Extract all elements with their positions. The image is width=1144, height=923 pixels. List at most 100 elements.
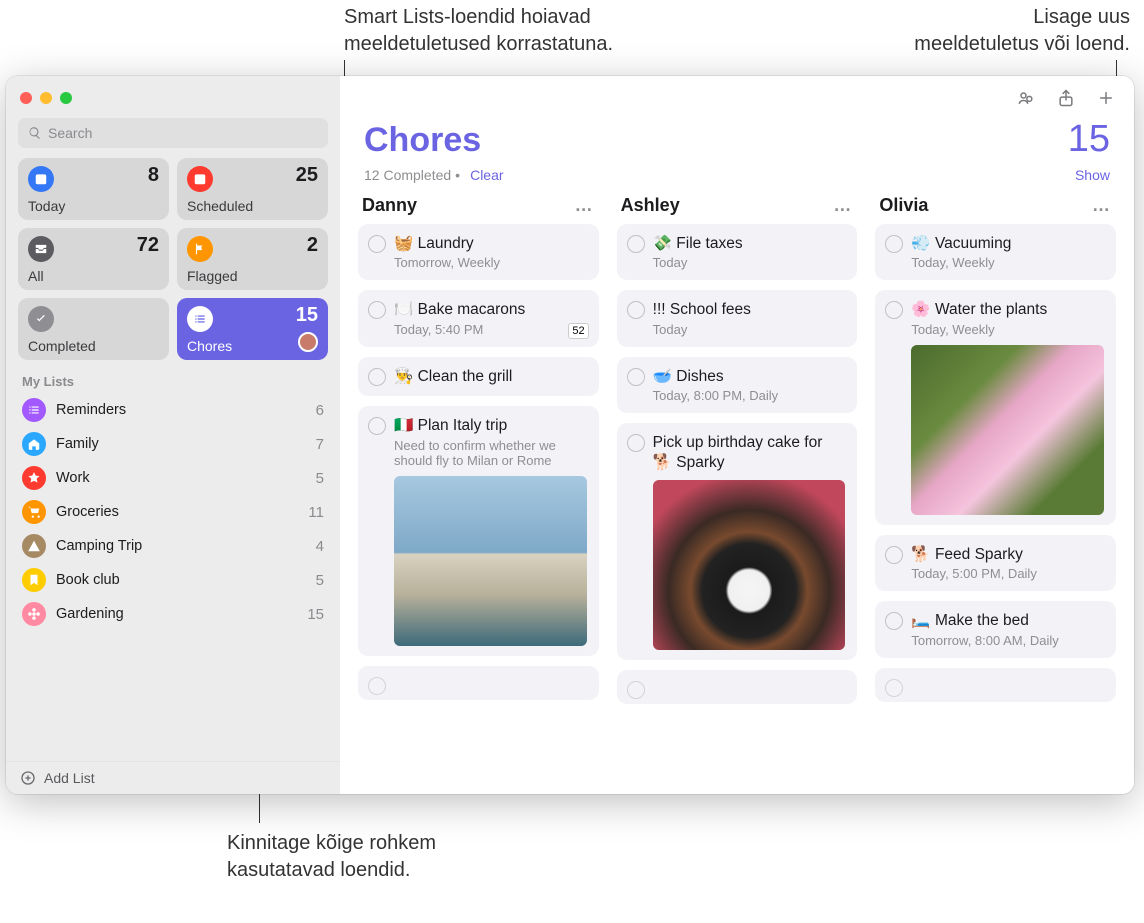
search-icon <box>28 126 42 140</box>
show-button[interactable]: Show <box>1075 167 1110 183</box>
close-window-button[interactable] <box>20 92 32 104</box>
new-reminder-placeholder[interactable] <box>875 668 1116 702</box>
reminder-card[interactable]: 🌸 Water the plantsToday, Weekly <box>875 290 1116 524</box>
reminder-card[interactable]: 👨‍🍳 Clean the grill <box>358 357 599 396</box>
reminder-title: 👨‍🍳 Clean the grill <box>394 367 587 386</box>
calendar-icon <box>187 166 213 192</box>
smart-label: Flagged <box>187 268 318 284</box>
column-options-button[interactable]: … <box>575 195 595 216</box>
reminder-card[interactable]: Pick up birthday cake for 🐕 Sparky <box>617 423 858 660</box>
complete-checkbox[interactable] <box>627 434 645 452</box>
reminder-title: 🐕 Feed Sparky <box>911 545 1104 564</box>
reminder-card[interactable]: 🛏️ Make the bedTomorrow, 8:00 AM, Daily <box>875 601 1116 657</box>
smart-lists-grid: 8 Today 25 Scheduled 72 All 2 Flagged Co… <box>6 158 340 360</box>
reminder-card[interactable]: !!! School feesToday <box>617 290 858 346</box>
complete-checkbox[interactable] <box>885 612 903 630</box>
sidebar-list-item[interactable]: Camping Trip 4 <box>6 529 340 563</box>
sidebar-list-item[interactable]: Family 7 <box>6 427 340 461</box>
sidebar-list-item[interactable]: Reminders 6 <box>6 393 340 427</box>
column-options-button[interactable]: … <box>833 195 853 216</box>
new-reminder-placeholder[interactable] <box>358 666 599 700</box>
search-input[interactable]: Search <box>18 118 328 148</box>
sidebar-list-item[interactable]: Groceries 11 <box>6 495 340 529</box>
reminder-meta: Today <box>653 255 846 270</box>
add-button[interactable] <box>1096 88 1116 108</box>
reminder-card[interactable]: 🍽️ Bake macaronsToday, 5:40 PM52 <box>358 290 599 346</box>
smart-label: Today <box>28 198 159 214</box>
complete-checkbox[interactable] <box>368 368 386 386</box>
reminder-card[interactable]: 🇮🇹 Plan Italy tripNeed to confirm whethe… <box>358 406 599 655</box>
column-header: Olivia … <box>875 193 1116 224</box>
sidebar-list-item[interactable]: Gardening 15 <box>6 597 340 631</box>
column-title: Ashley <box>621 195 680 216</box>
smart-count: 72 <box>137 234 159 257</box>
minimize-window-button[interactable] <box>40 92 52 104</box>
reminder-title: 🧺 Laundry <box>394 234 587 253</box>
reminder-title: 🛏️ Make the bed <box>911 611 1104 630</box>
smart-card-flagged[interactable]: 2 Flagged <box>177 228 328 290</box>
my-lists: Reminders 6 Family 7 Work 5 Groceries 11… <box>6 393 340 794</box>
list-count: 5 <box>316 470 324 487</box>
list-name: Family <box>56 436 99 452</box>
reminder-card[interactable]: 💨 VacuumingToday, Weekly <box>875 224 1116 280</box>
list-name: Book club <box>56 572 120 588</box>
smart-card-today[interactable]: 8 Today <box>18 158 169 220</box>
column: Olivia …💨 VacuumingToday, Weekly 🌸 Water … <box>875 193 1116 784</box>
smart-card-completed[interactable]: Completed <box>18 298 169 360</box>
share-icon[interactable] <box>1056 88 1076 108</box>
reminder-card[interactable]: 🧺 LaundryTomorrow, Weekly <box>358 224 599 280</box>
home-icon <box>22 432 46 456</box>
reminder-meta: Today <box>653 322 846 337</box>
shared-avatar <box>298 332 318 352</box>
reminder-note: Need to confirm whether we should fly to… <box>394 438 587 468</box>
collaborate-icon[interactable] <box>1016 88 1036 108</box>
reminder-meta: Today, 8:00 PM, Daily <box>653 388 846 403</box>
add-list-button[interactable]: Add List <box>6 761 340 794</box>
sidebar-list-item[interactable]: Work 5 <box>6 461 340 495</box>
column-header: Ashley … <box>617 193 858 224</box>
smart-card-all[interactable]: 72 All <box>18 228 169 290</box>
complete-checkbox[interactable] <box>627 301 645 319</box>
flag-icon <box>187 236 213 262</box>
zoom-window-button[interactable] <box>60 92 72 104</box>
complete-checkbox[interactable] <box>368 677 386 695</box>
list-name: Camping Trip <box>56 538 142 554</box>
reminder-card[interactable]: 🥣 DishesToday, 8:00 PM, Daily <box>617 357 858 413</box>
smart-count: 2 <box>307 234 318 257</box>
complete-checkbox[interactable] <box>627 235 645 253</box>
smart-count: 25 <box>296 164 318 187</box>
complete-checkbox[interactable] <box>885 546 903 564</box>
complete-checkbox[interactable] <box>885 679 903 697</box>
smart-count: 8 <box>148 164 159 187</box>
list-name: Work <box>56 470 90 486</box>
reminder-card[interactable]: 🐕 Feed SparkyToday, 5:00 PM, Daily <box>875 535 1116 591</box>
reminder-image <box>394 476 587 646</box>
callout-pin: Kinnitage kõige rohkemkasutatavad loendi… <box>227 830 507 884</box>
list-count: 5 <box>316 572 324 589</box>
list-count: 6 <box>316 402 324 419</box>
mylists-header: My Lists <box>6 360 340 393</box>
complete-checkbox[interactable] <box>885 301 903 319</box>
list-count: 15 <box>307 606 324 623</box>
new-reminder-placeholder[interactable] <box>617 670 858 704</box>
complete-checkbox[interactable] <box>368 417 386 435</box>
column-options-button[interactable]: … <box>1092 195 1112 216</box>
columns-container: Danny …🧺 LaundryTomorrow, Weekly🍽️ Bake … <box>340 193 1134 794</box>
smart-count: 15 <box>296 304 318 327</box>
complete-checkbox[interactable] <box>627 368 645 386</box>
reminder-card[interactable]: 💸 File taxesToday <box>617 224 858 280</box>
app-window: Search 8 Today 25 Scheduled 72 All 2 Fla <box>6 76 1134 794</box>
check-icon <box>28 306 54 332</box>
complete-checkbox[interactable] <box>627 681 645 699</box>
sidebar-list-item[interactable]: Book club 5 <box>6 563 340 597</box>
clear-button[interactable]: Clear <box>470 167 503 183</box>
smart-card-chores[interactable]: 15 Chores <box>177 298 328 360</box>
complete-checkbox[interactable] <box>885 235 903 253</box>
reminder-title: 💨 Vacuuming <box>911 234 1104 253</box>
cart-icon <box>22 500 46 524</box>
list-subheader: 12 Completed • Clear Show <box>340 165 1134 193</box>
complete-checkbox[interactable] <box>368 235 386 253</box>
complete-checkbox[interactable] <box>368 301 386 319</box>
reminder-title: Pick up birthday cake for 🐕 Sparky <box>653 433 846 472</box>
smart-card-scheduled[interactable]: 25 Scheduled <box>177 158 328 220</box>
